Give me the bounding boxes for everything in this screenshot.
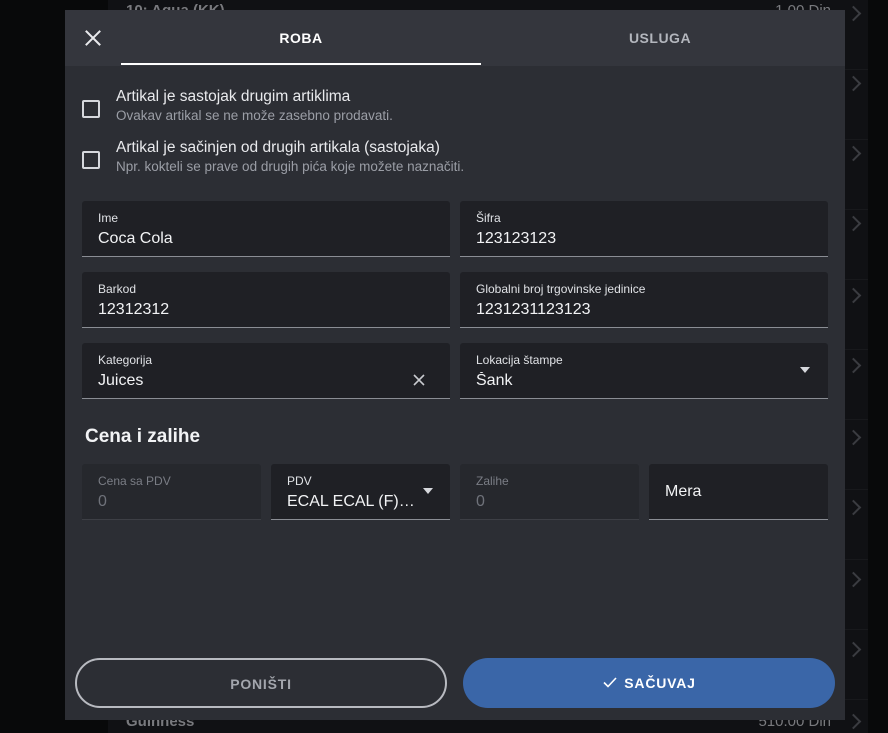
field-value: Šank: [476, 372, 513, 389]
tab-roba[interactable]: ROBA: [121, 10, 481, 66]
field-label: Barkod: [98, 282, 137, 296]
field-label: Cena sa PDV: [98, 474, 171, 488]
field-value: Juices: [98, 372, 144, 389]
code-field[interactable]: Šifra 123123123: [460, 201, 828, 257]
close-icon: [85, 30, 101, 46]
active-tab-indicator: [121, 63, 481, 65]
stock-field: Zalihe 0: [460, 464, 639, 520]
field-value: 123123123: [476, 230, 557, 247]
field-label: Mera: [665, 483, 702, 500]
option-composed-of-ingredients[interactable]: Artikal je sačinjen od drugih artikala (…: [81, 139, 781, 179]
field-label: Globalni broj trgovinske jedinice: [476, 282, 646, 296]
print-location-select[interactable]: Lokacija štampe Šank: [460, 343, 828, 399]
field-value: ECAL ECAL (F) - ...: [287, 493, 419, 510]
barcode-field[interactable]: Barkod 12312312: [82, 272, 450, 328]
field-label: Lokacija štampe: [476, 353, 563, 367]
unit-select[interactable]: Mera: [649, 464, 828, 520]
check-icon: [603, 677, 617, 688]
tab-usluga[interactable]: USLUGA: [481, 10, 839, 66]
ingredient-checkbox[interactable]: [82, 100, 100, 118]
option-subtitle: Npr. kokteli se prave od drugih pića koj…: [116, 159, 465, 174]
field-value: 0: [476, 493, 485, 510]
option-title: Artikal je sastojak drugim artiklima: [116, 88, 351, 105]
field-label: PDV: [287, 474, 312, 488]
article-dialog: ROBA USLUGA Artikal je sastojak drugim a…: [65, 10, 845, 720]
name-field[interactable]: Ime Coca Cola: [82, 201, 450, 257]
composed-checkbox[interactable]: [82, 151, 100, 169]
field-label: Ime: [98, 211, 119, 225]
clear-icon[interactable]: [412, 373, 426, 387]
option-ingredient-of-others[interactable]: Artikal je sastojak drugim artiklima Ova…: [81, 88, 781, 128]
category-select[interactable]: Kategorija Juices: [82, 343, 450, 399]
option-title: Artikal je sačinjen od drugih artikala (…: [116, 139, 440, 156]
field-value: 0: [98, 493, 107, 510]
field-label: Šifra: [476, 211, 501, 225]
vat-select[interactable]: PDV ECAL ECAL (F) - ...: [271, 464, 450, 520]
field-value: 1231231123123: [476, 301, 591, 318]
cancel-button-label: PONIŠTI: [230, 676, 292, 692]
price-field: Cena sa PDV 0: [82, 464, 261, 520]
dialog-header: ROBA USLUGA: [65, 10, 845, 66]
option-subtitle: Ovakav artikal se ne može zasebno prodav…: [116, 108, 393, 123]
cancel-button[interactable]: PONIŠTI: [75, 658, 447, 708]
save-button-label: SAČUVAJ: [624, 675, 696, 691]
chevron-down-icon[interactable]: [800, 367, 810, 373]
section-title: Cena i zalihe: [85, 426, 201, 447]
field-label: Zalihe: [476, 474, 509, 488]
save-button[interactable]: SAČUVAJ: [463, 658, 835, 708]
close-button[interactable]: [81, 26, 105, 50]
field-value: Coca Cola: [98, 230, 173, 247]
field-label: Kategorija: [98, 353, 153, 367]
gtin-field[interactable]: Globalni broj trgovinske jedinice 123123…: [460, 272, 828, 328]
chevron-down-icon[interactable]: [423, 488, 433, 494]
field-value: 12312312: [98, 301, 170, 318]
